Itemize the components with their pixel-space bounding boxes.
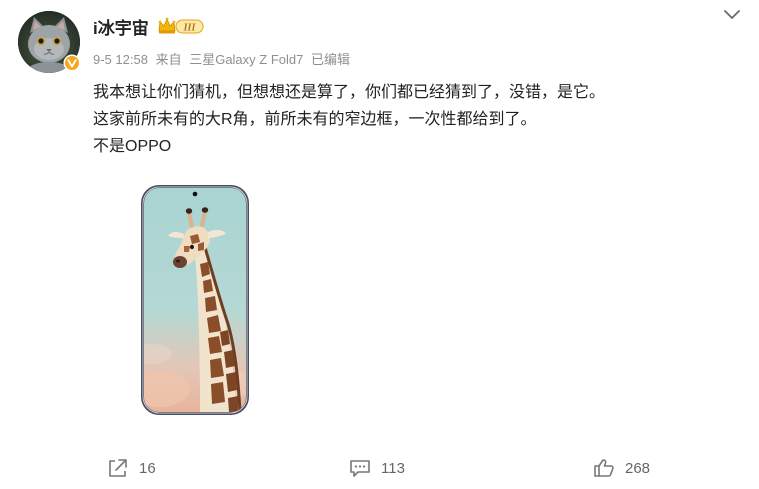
comment-button[interactable]: 113	[349, 452, 405, 484]
share-button[interactable]: 16	[107, 452, 156, 484]
like-button[interactable]: 268	[593, 452, 650, 484]
phone-giraffe-wallpaper-image	[141, 185, 249, 415]
weibo-post: i冰宇宙 III 9-5 12:58 来自 三星Galaxy Z Fold7 已…	[0, 0, 759, 489]
like-count: 268	[625, 459, 651, 477]
post-text-line: 这家前所未有的大R角，前所未有的窄边框，一次性都给到了。	[93, 111, 537, 128]
post-actions-bar: 16 113 268	[0, 452, 759, 484]
source-device: 三星Galaxy Z Fold7	[189, 52, 304, 67]
username[interactable]: i冰宇宙	[93, 14, 149, 39]
post-text-line: 我本想让你们猜机，但想想还是算了，你们都已经猜到了，没错，是它。	[93, 84, 606, 101]
share-count: 16	[139, 459, 156, 477]
vip-level-badge[interactable]: III	[158, 17, 204, 35]
share-icon	[109, 459, 127, 477]
post-time[interactable]: 9-5 12:58	[93, 52, 148, 67]
more-menu-chevron-down-icon[interactable]	[722, 7, 742, 23]
post-image[interactable]	[140, 184, 250, 416]
post-text-line: 不是OPPO	[93, 138, 172, 155]
post-meta: 9-5 12:58 来自 三星Galaxy Z Fold7 已编辑	[93, 49, 354, 68]
verified-badge-icon	[63, 54, 81, 72]
comment-icon	[350, 460, 370, 477]
comment-count: 113	[381, 459, 405, 477]
post-text: 我本想让你们猜机，但想想还是算了，你们都已经猜到了，没错，是它。 这家前所未有的…	[93, 79, 733, 160]
edited-label[interactable]: 已编辑	[311, 52, 350, 67]
thumbs-up-icon	[594, 459, 614, 477]
source-prefix: 来自	[155, 52, 182, 67]
vip-level-text: III	[183, 22, 197, 33]
